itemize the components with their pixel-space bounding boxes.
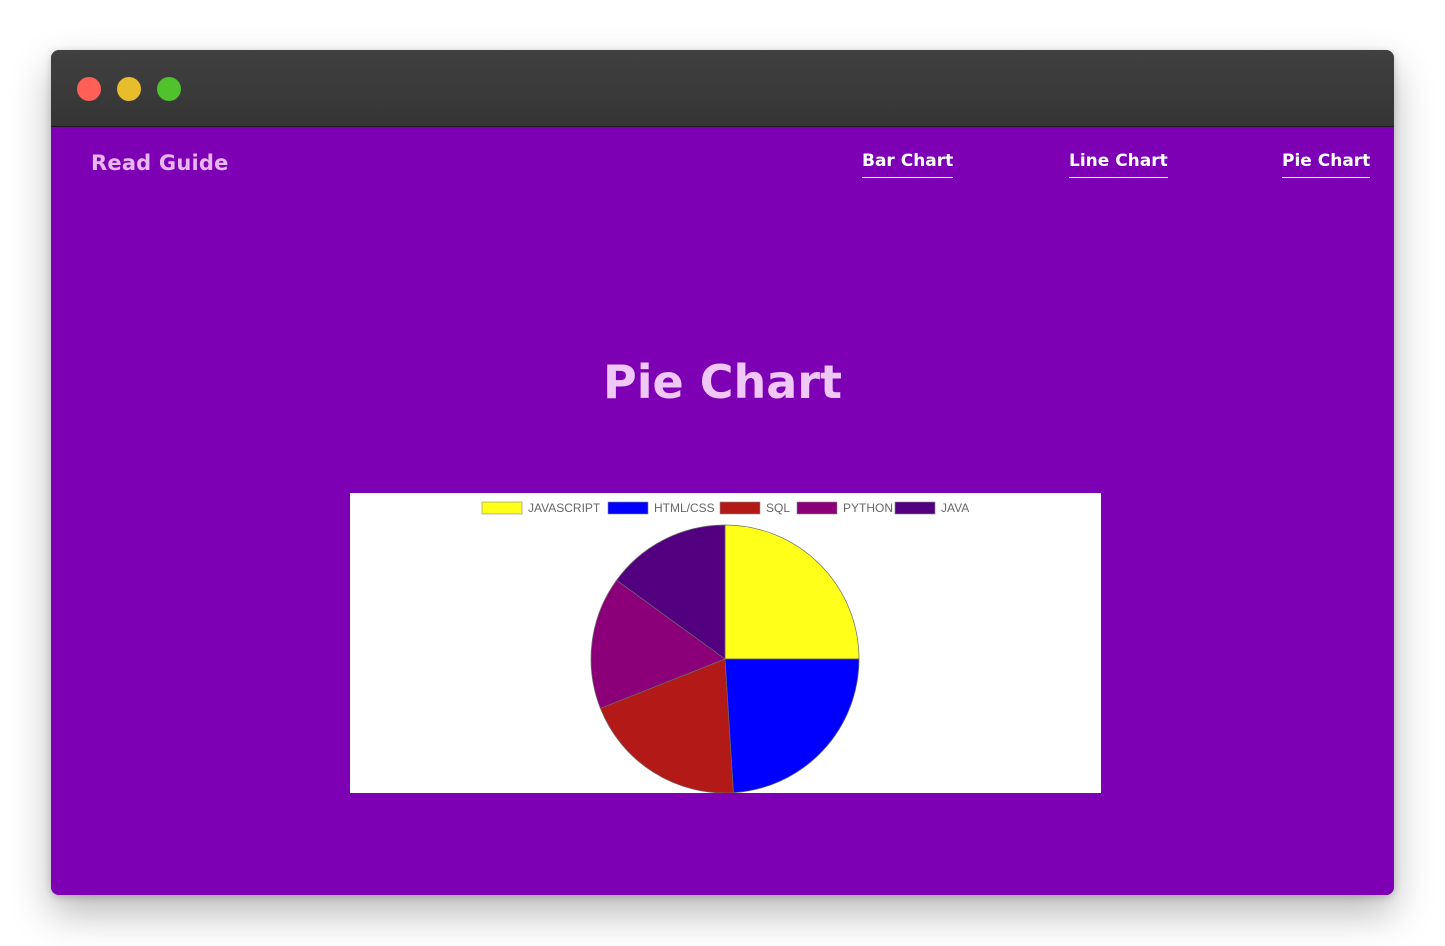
legend-swatch-python[interactable] — [796, 501, 838, 515]
pie-chart-container: JAVASCRIPT HTML/CSS SQL PYTHON JAVA — [350, 493, 1101, 793]
title-bar — [51, 50, 1394, 127]
chart-legend: JAVASCRIPT HTML/CSS SQL PYTHON JAVA — [481, 501, 969, 515]
nav-link-line-chart[interactable]: Line Chart — [1069, 151, 1168, 178]
pie-chart: JAVASCRIPT HTML/CSS SQL PYTHON JAVA — [481, 501, 969, 793]
zoom-window-button[interactable] — [157, 77, 181, 101]
browser-window: Read Guide Bar Chart Line Chart Pie Char… — [51, 50, 1394, 895]
legend-swatch-java[interactable] — [894, 501, 936, 515]
pie-slice-javascript[interactable] — [724, 524, 860, 660]
legend-label-html-css[interactable]: HTML/CSS — [654, 501, 715, 515]
close-window-button[interactable] — [77, 77, 101, 101]
legend-swatch-sql[interactable] — [719, 501, 761, 515]
legend-label-python[interactable]: PYTHON — [843, 501, 893, 515]
legend-swatch-html-css[interactable] — [607, 501, 649, 515]
pie-slices — [590, 524, 860, 793]
legend-swatch-javascript[interactable] — [481, 501, 523, 515]
nav-link-pie-chart[interactable]: Pie Chart — [1282, 151, 1371, 178]
page-title: Pie Chart — [603, 355, 842, 409]
legend-label-java[interactable]: JAVA — [941, 501, 969, 515]
nav-link-bar-chart[interactable]: Bar Chart — [862, 151, 954, 178]
pie-slice-html-css[interactable] — [724, 658, 860, 793]
legend-label-sql[interactable]: SQL — [766, 501, 790, 515]
legend-label-javascript[interactable]: JAVASCRIPT — [528, 501, 601, 515]
minimize-window-button[interactable] — [117, 77, 141, 101]
brand-link[interactable]: Read Guide — [91, 151, 229, 175]
page-content: Read Guide Bar Chart Line Chart Pie Char… — [51, 127, 1394, 895]
